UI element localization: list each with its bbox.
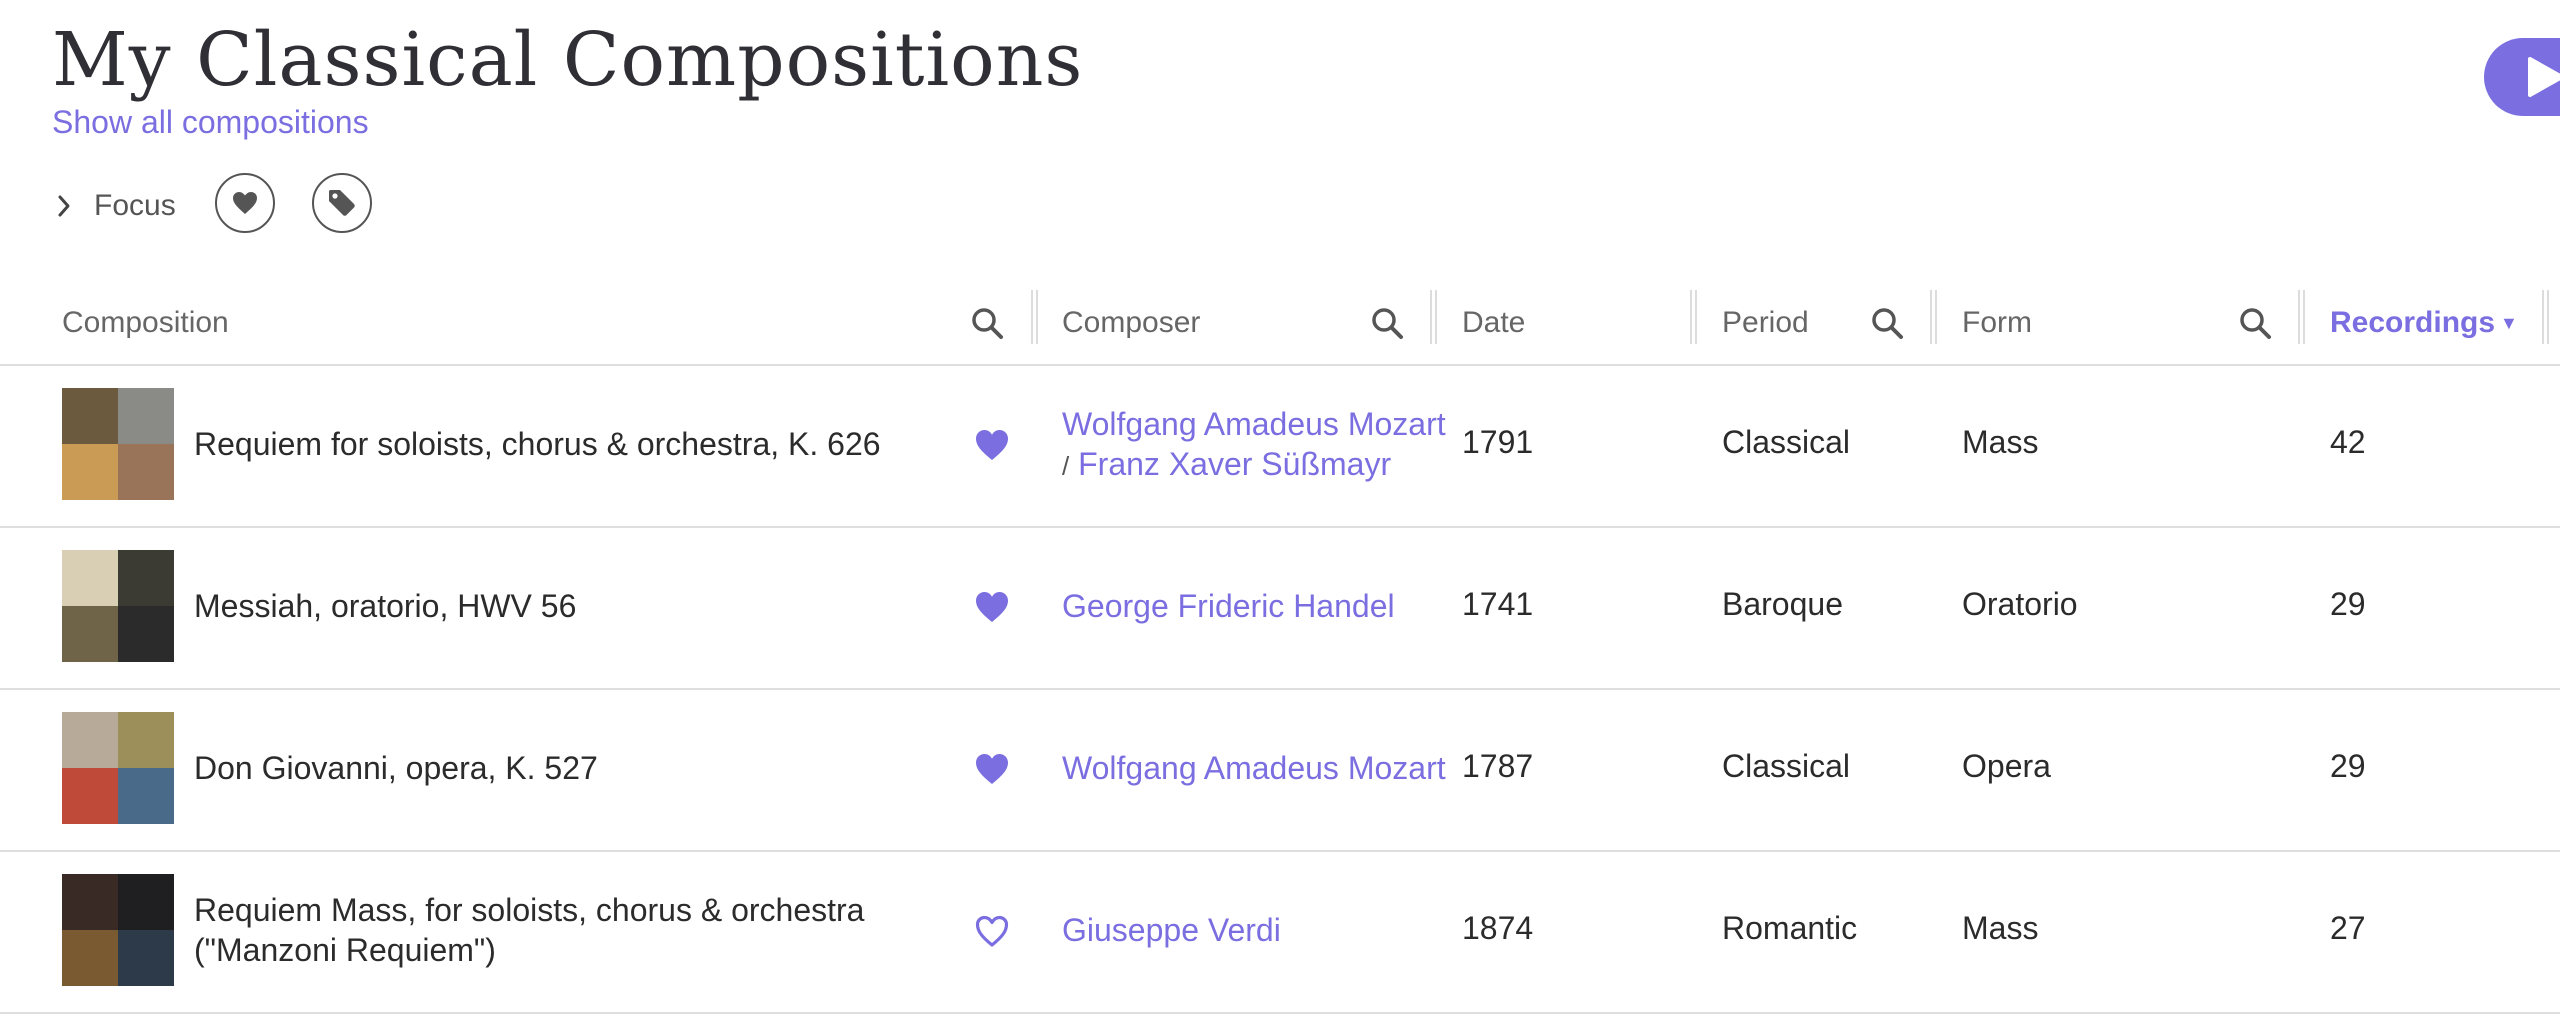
column-header-period[interactable]: Period — [1722, 282, 1809, 364]
album-cover-thumbnail[interactable] — [62, 874, 174, 986]
composer-cell: Wolfgang Amadeus Mozart — [1062, 748, 1462, 788]
cover-tile — [118, 768, 174, 824]
date-cell: 1874 — [1462, 910, 1534, 946]
cover-tile — [62, 712, 118, 768]
search-icon[interactable] — [970, 306, 1004, 340]
tags-filter-button[interactable] — [312, 173, 372, 233]
recordings-count: 29 — [2330, 748, 2366, 784]
column-header-composition[interactable]: Composition — [62, 282, 229, 364]
focus-toggle[interactable]: Focus — [52, 186, 176, 226]
composer-cell: Giuseppe Verdi — [1062, 910, 1462, 950]
table-row[interactable]: Don Giovanni, opera, K. 527 Wolfgang Amad… — [0, 690, 2560, 852]
recordings-count: 27 — [2330, 910, 2366, 946]
cover-tile — [118, 550, 174, 606]
search-icon[interactable] — [1870, 306, 1904, 340]
focus-label: Focus — [94, 189, 176, 222]
compositions-page: My Classical Compositions Show all compo… — [0, 0, 2560, 1022]
composer-cell: George Frideric Handel — [1062, 586, 1462, 626]
composer-link[interactable]: Wolfgang Amadeus Mozart — [1062, 750, 1446, 786]
date-cell: 1787 — [1462, 748, 1534, 784]
form-cell: Oratorio — [1962, 586, 2078, 622]
play-icon — [2528, 57, 2560, 97]
form-cell: Mass — [1962, 910, 2039, 946]
date-cell: 1741 — [1462, 586, 1534, 622]
cover-tile — [118, 930, 174, 986]
column-header-date[interactable]: Date — [1462, 282, 1525, 364]
cover-tile — [118, 388, 174, 444]
table-row[interactable]: Requiem Mass, for soloists, chorus & orc… — [0, 852, 2560, 1014]
composer-link[interactable]: Wolfgang Amadeus Mozart — [1062, 406, 1446, 442]
column-header-recordings[interactable]: Recordings — [2330, 282, 2495, 364]
column-header-composer[interactable]: Composer — [1062, 282, 1200, 364]
album-cover-thumbnail[interactable] — [62, 388, 174, 500]
column-resizer[interactable] — [1690, 290, 1697, 344]
composer-link[interactable]: Giuseppe Verdi — [1062, 912, 1281, 948]
search-icon[interactable] — [2238, 306, 2272, 340]
cover-tile — [62, 606, 118, 662]
cover-tile — [62, 550, 118, 606]
composer-cell: Wolfgang Amadeus Mozart / Franz Xaver Süß… — [1062, 404, 1462, 486]
sort-descending-icon: ▼ — [2500, 313, 2518, 333]
composition-title[interactable]: Don Giovanni, opera, K. 527 — [194, 748, 924, 788]
period-cell: Classical — [1722, 748, 1851, 784]
heart-filled-icon[interactable] — [972, 426, 1012, 464]
cover-tile — [118, 444, 174, 500]
cover-tile — [118, 606, 174, 662]
composer-separator: / — [1062, 451, 1070, 481]
chevron-right-icon — [58, 195, 70, 217]
form-cell: Mass — [1962, 424, 2039, 460]
composition-title[interactable]: Messiah, oratorio, HWV 56 — [194, 586, 924, 626]
date-cell: 1791 — [1462, 424, 1534, 460]
heart-filled-icon[interactable] — [972, 750, 1012, 788]
show-all-compositions-link[interactable]: Show all compositions — [52, 102, 369, 142]
album-cover-thumbnail[interactable] — [62, 712, 174, 824]
cover-tile — [118, 712, 174, 768]
recordings-count: 29 — [2330, 586, 2366, 622]
composition-title[interactable]: Requiem for soloists, chorus & orchestra… — [194, 424, 924, 464]
table-row[interactable]: Requiem for soloists, chorus & orchestra… — [0, 366, 2560, 528]
album-cover-thumbnail[interactable] — [62, 550, 174, 662]
composition-title[interactable]: Requiem Mass, for soloists, chorus & orc… — [194, 890, 924, 970]
play-button[interactable] — [2484, 38, 2560, 116]
column-resizer[interactable] — [2298, 290, 2305, 344]
column-resizer[interactable] — [1930, 290, 1937, 344]
period-cell: Baroque — [1722, 586, 1843, 622]
cover-tile — [62, 444, 118, 500]
table-row[interactable]: Messiah, oratorio, HWV 56 George Frideric… — [0, 528, 2560, 690]
heart-filled-icon[interactable] — [972, 588, 1012, 626]
column-resizer[interactable] — [2542, 290, 2549, 344]
period-cell: Classical — [1722, 424, 1851, 460]
form-cell: Opera — [1962, 748, 2051, 784]
composer-link[interactable]: Franz Xaver Süßmayr — [1078, 446, 1391, 482]
search-icon[interactable] — [1370, 306, 1404, 340]
cover-tile — [118, 874, 174, 930]
cover-tile — [62, 768, 118, 824]
cover-tile — [62, 930, 118, 986]
cover-tile — [62, 874, 118, 930]
composer-link[interactable]: George Frideric Handel — [1062, 588, 1395, 624]
heart-outline-icon[interactable] — [972, 912, 1012, 950]
table-header: Composition Composer Date Period Form Re… — [0, 282, 2560, 366]
column-resizer[interactable] — [1430, 290, 1437, 344]
heart-icon — [233, 192, 257, 214]
tag-icon — [329, 190, 355, 216]
column-header-form[interactable]: Form — [1962, 282, 2032, 364]
recordings-count: 42 — [2330, 424, 2366, 460]
period-cell: Romantic — [1722, 910, 1858, 946]
page-title: My Classical Compositions — [52, 17, 1084, 103]
column-resizer[interactable] — [1031, 290, 1038, 344]
cover-tile — [62, 388, 118, 444]
favorites-filter-button[interactable] — [215, 173, 275, 233]
